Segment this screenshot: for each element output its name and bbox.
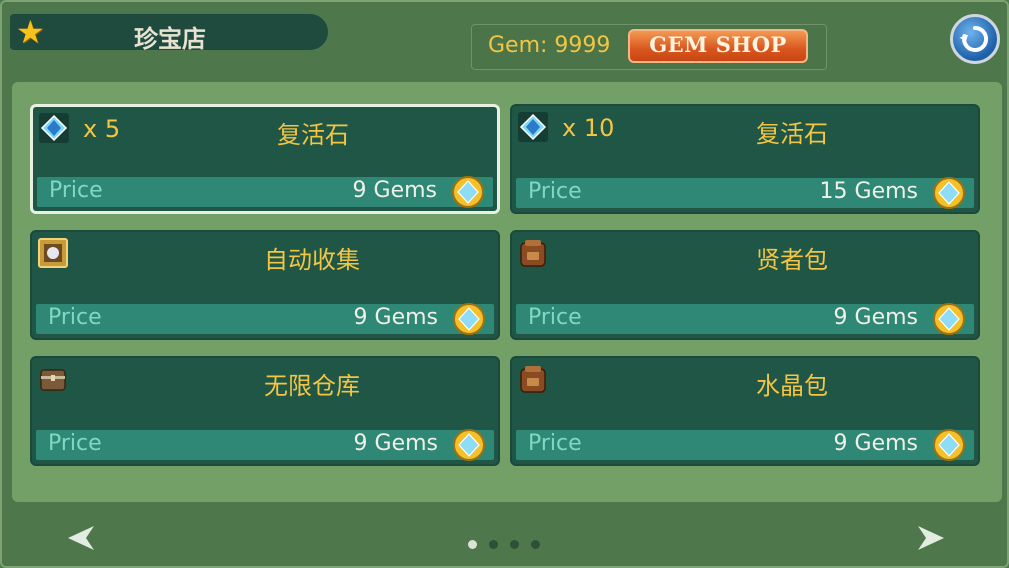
item-quantity: x 5 xyxy=(83,115,121,143)
auto-collect-icon xyxy=(38,238,68,268)
gem-coin-icon xyxy=(453,303,485,335)
price-value: 9 Gems xyxy=(833,431,918,456)
price-bar: Price 15 Gems xyxy=(516,177,974,209)
gem-crystal-icon xyxy=(39,113,69,143)
gem-coin-icon xyxy=(453,429,485,461)
shop-item-card[interactable]: 贤者包 Price 9 Gems xyxy=(510,230,980,340)
page-dot xyxy=(531,540,540,549)
price-bar: Price 9 Gems xyxy=(516,429,974,461)
price-value: 9 Gems xyxy=(353,431,438,456)
price-bar: Price 9 Gems xyxy=(516,303,974,335)
page-title: 珍宝店 xyxy=(134,25,206,53)
page-dot xyxy=(468,540,477,549)
price-bar: Price 9 Gems xyxy=(36,303,494,335)
price-label: Price xyxy=(528,179,582,204)
gem-count: Gem: 9999 xyxy=(488,33,611,58)
star-icon: ★ xyxy=(16,13,45,51)
price-value: 15 Gems xyxy=(819,179,918,204)
item-quantity: x 10 xyxy=(562,114,615,142)
backpack-icon xyxy=(520,240,546,267)
shop-item-card[interactable]: 自动收集 Price 9 Gems xyxy=(30,230,500,340)
price-value: 9 Gems xyxy=(833,305,918,330)
shop-item-card[interactable]: x 5 复活石 Price 9 Gems xyxy=(30,104,500,214)
price-label: Price xyxy=(48,431,102,456)
shop-item-card[interactable]: x 10 复活石 Price 15 Gems xyxy=(510,104,980,214)
item-name: 复活石 xyxy=(756,120,828,148)
title-bar: ★ 珍宝店 xyxy=(10,13,328,53)
gem-coin-icon xyxy=(933,177,965,209)
price-value: 9 Gems xyxy=(352,178,437,203)
items-panel: x 5 复活石 Price 9 Gems x 10 复活石 Price 15 G… xyxy=(12,82,1002,502)
price-label: Price xyxy=(48,305,102,330)
item-name: 复活石 xyxy=(277,121,349,149)
next-page-arrow-icon[interactable] xyxy=(916,526,944,550)
item-name: 无限仓库 xyxy=(264,372,360,400)
prev-page-arrow-icon[interactable] xyxy=(68,526,96,550)
price-value: 9 Gems xyxy=(353,305,438,330)
gem-coin-icon xyxy=(933,303,965,335)
page-dot xyxy=(510,540,519,549)
price-label: Price xyxy=(528,305,582,330)
price-label: Price xyxy=(528,431,582,456)
chest-icon xyxy=(40,369,66,391)
gem-shop-button[interactable]: GEM SHOP xyxy=(628,29,808,63)
shop-item-card[interactable]: 无限仓库 Price 9 Gems xyxy=(30,356,500,466)
item-name: 贤者包 xyxy=(756,246,828,274)
gem-crystal-icon xyxy=(518,112,548,142)
page-dot xyxy=(489,540,498,549)
item-name: 自动收集 xyxy=(264,246,360,274)
price-bar: Price 9 Gems xyxy=(37,176,493,208)
backpack-icon xyxy=(520,366,546,393)
gem-coin-icon xyxy=(933,429,965,461)
refresh-icon xyxy=(959,25,989,52)
gem-balance-box: Gem: 9999 GEM SHOP xyxy=(471,24,827,70)
gem-coin-icon xyxy=(452,176,484,208)
page-indicator xyxy=(468,534,552,553)
back-button[interactable] xyxy=(950,14,1000,64)
price-label: Price xyxy=(49,178,103,203)
price-bar: Price 9 Gems xyxy=(36,429,494,461)
shop-item-card[interactable]: 水晶包 Price 9 Gems xyxy=(510,356,980,466)
item-name: 水晶包 xyxy=(756,372,828,400)
shop-window: ★ 珍宝店 Gem: 9999 GEM SHOP x 5 复活石 Price 9… xyxy=(0,0,1009,568)
